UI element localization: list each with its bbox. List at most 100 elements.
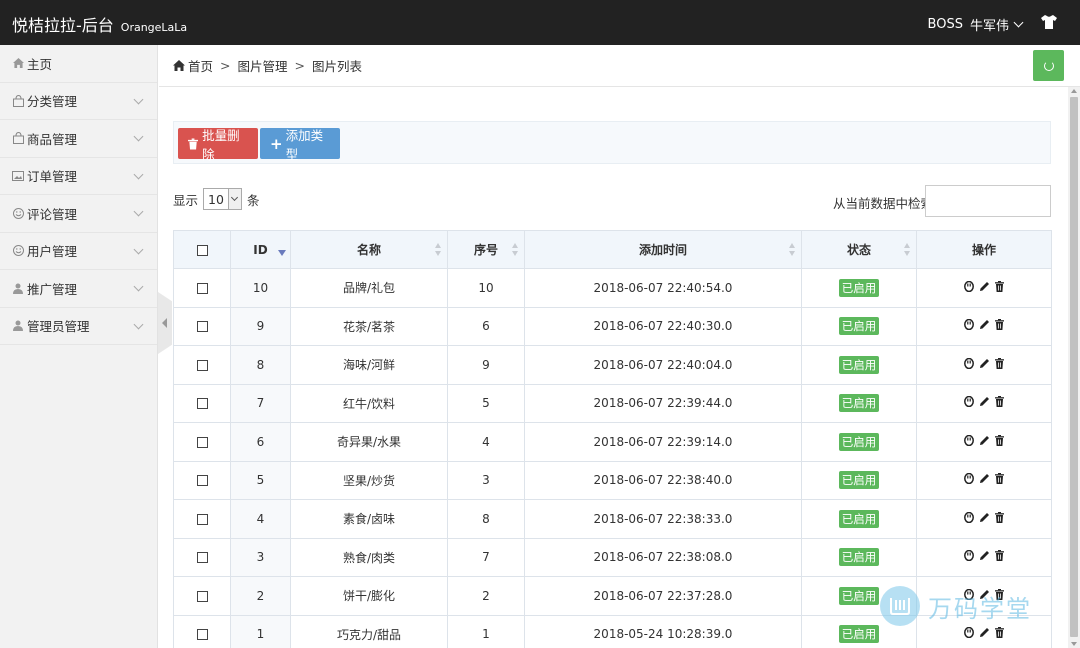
table-row: 3 熟食/肉类 7 2018-06-07 22:38:08.0 已启用	[173, 537, 1052, 577]
edit-icon[interactable]	[979, 512, 990, 523]
edit-icon[interactable]	[979, 550, 990, 561]
status-badge[interactable]: 已启用	[838, 509, 880, 528]
status-badge[interactable]: 已启用	[838, 317, 880, 336]
column-header-name[interactable]: 名称	[290, 230, 448, 269]
breadcrumb-level1[interactable]: 图片管理	[238, 56, 288, 75]
status-badge[interactable]: 已启用	[838, 355, 880, 374]
home-icon	[12, 57, 24, 69]
sidebar-collapse-toggle[interactable]	[158, 292, 172, 354]
edit-icon[interactable]	[979, 319, 990, 330]
plus-icon: +	[270, 134, 283, 153]
breadcrumb-home[interactable]: 首页	[188, 56, 213, 75]
row-select-cell[interactable]	[173, 499, 231, 539]
trash-icon[interactable]	[995, 511, 1004, 523]
sidebar-item-6[interactable]: 推广管理	[0, 270, 157, 308]
cell-order: 2	[447, 576, 525, 616]
view-icon[interactable]	[964, 473, 974, 485]
row-checkbox[interactable]	[196, 282, 208, 294]
refresh-button[interactable]	[1033, 50, 1064, 81]
row-checkbox[interactable]	[196, 321, 208, 333]
home-icon	[173, 60, 185, 71]
sidebar-item-2[interactable]: 商品管理	[0, 120, 157, 158]
status-badge[interactable]: 已启用	[838, 471, 880, 490]
status-badge[interactable]: 已启用	[838, 586, 880, 605]
scrollbar-thumb[interactable]	[1070, 97, 1078, 637]
row-select-cell[interactable]	[173, 268, 231, 308]
status-badge[interactable]: 已启用	[838, 432, 880, 451]
edit-icon[interactable]	[979, 396, 990, 407]
sidebar-item-label: 订单管理	[27, 169, 78, 185]
row-select-cell[interactable]	[173, 383, 231, 423]
sidebar-item-7[interactable]: 管理员管理	[0, 308, 157, 345]
sidebar-item-3[interactable]: 订单管理	[0, 158, 157, 195]
view-icon[interactable]	[964, 627, 974, 639]
column-header-time[interactable]: 添加时间	[524, 230, 802, 269]
row-select-cell[interactable]	[173, 614, 231, 648]
brand[interactable]: 悦桔拉拉-后台 OrangeLaLa	[12, 12, 187, 36]
trash-icon[interactable]	[995, 396, 1004, 408]
edit-icon[interactable]	[979, 627, 990, 638]
row-select-cell[interactable]	[173, 345, 231, 385]
status-badge[interactable]: 已启用	[838, 278, 880, 297]
sidebar-item-0[interactable]: 主页	[0, 45, 157, 83]
search-input[interactable]	[925, 185, 1051, 217]
row-select-cell[interactable]	[173, 576, 231, 616]
cell-time: 2018-06-07 22:39:14.0	[524, 422, 802, 462]
batch-delete-button[interactable]: 批量删除	[178, 128, 258, 162]
view-icon[interactable]	[964, 280, 974, 292]
add-type-button[interactable]: + 添加类型	[260, 128, 340, 162]
sidebar-item-5[interactable]: 用户管理	[0, 233, 157, 270]
scroll-down-arrow[interactable]	[1071, 642, 1077, 646]
view-icon[interactable]	[964, 550, 974, 562]
column-header-status[interactable]: 状态	[801, 230, 917, 269]
edit-icon[interactable]	[979, 435, 990, 446]
status-badge[interactable]: 已启用	[838, 548, 880, 567]
view-icon[interactable]	[964, 319, 974, 331]
trash-icon[interactable]	[995, 434, 1004, 446]
select-all-header[interactable]	[173, 230, 231, 269]
row-select-cell[interactable]	[173, 422, 231, 462]
column-header-order[interactable]: 序号	[447, 230, 525, 269]
shirt-icon[interactable]	[1040, 13, 1058, 31]
page-scrollbar[interactable]	[1068, 87, 1080, 648]
batch-delete-label: 批量删除	[202, 127, 240, 162]
row-checkbox[interactable]	[196, 590, 208, 602]
cell-order: 10	[447, 268, 525, 308]
column-header-id[interactable]: ID	[230, 230, 291, 269]
trash-icon[interactable]	[995, 319, 1004, 331]
row-checkbox[interactable]	[196, 436, 208, 448]
sidebar-item-4[interactable]: 评论管理	[0, 195, 157, 233]
row-checkbox[interactable]	[196, 359, 208, 371]
edit-icon[interactable]	[979, 473, 990, 484]
row-select-cell[interactable]	[173, 537, 231, 577]
status-badge[interactable]: 已启用	[838, 625, 880, 644]
trash-icon[interactable]	[995, 473, 1004, 485]
scroll-up-arrow[interactable]	[1071, 89, 1077, 93]
select-all-checkbox[interactable]	[196, 244, 208, 256]
view-icon[interactable]	[964, 357, 974, 369]
row-select-cell[interactable]	[173, 306, 231, 346]
row-checkbox[interactable]	[196, 513, 208, 525]
row-select-cell[interactable]	[173, 460, 231, 500]
trash-icon[interactable]	[995, 550, 1004, 562]
trash-icon[interactable]	[995, 627, 1004, 639]
row-checkbox[interactable]	[196, 475, 208, 487]
view-icon[interactable]	[964, 396, 974, 408]
edit-icon[interactable]	[979, 281, 990, 292]
cell-status: 已启用	[801, 499, 917, 539]
row-checkbox[interactable]	[196, 552, 208, 564]
cell-order: 4	[447, 422, 525, 462]
edit-icon[interactable]	[979, 358, 990, 369]
row-checkbox[interactable]	[196, 398, 208, 410]
trash-icon[interactable]	[995, 280, 1004, 292]
page-length-select[interactable]: 10	[203, 188, 243, 210]
trash-icon[interactable]	[995, 357, 1004, 369]
view-icon[interactable]	[964, 511, 974, 523]
status-badge[interactable]: 已启用	[838, 394, 880, 413]
cell-actions	[916, 345, 1052, 385]
cell-order: 5	[447, 383, 525, 423]
user-menu[interactable]: BOSS 牛军伟	[928, 15, 1024, 34]
row-checkbox[interactable]	[196, 629, 208, 641]
view-icon[interactable]	[964, 434, 974, 446]
sidebar-item-1[interactable]: 分类管理	[0, 83, 157, 120]
